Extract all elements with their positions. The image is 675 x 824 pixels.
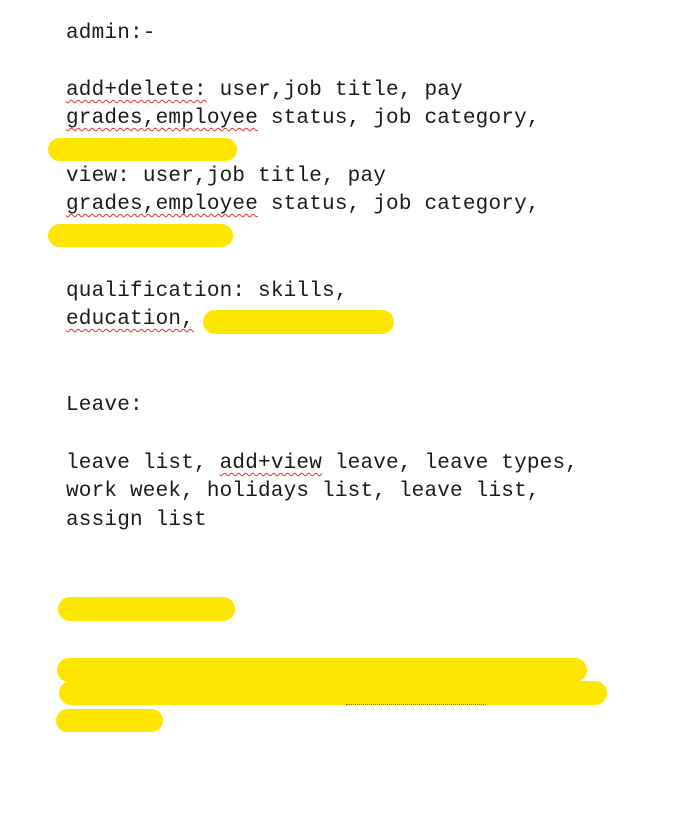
document-page: admin:- add+delete: user,job title, pay … <box>0 0 675 824</box>
leave-line-3: assign list <box>66 509 207 532</box>
add-delete-line-2-misspelled: grades,employee <box>66 107 259 130</box>
view-line-1-rest: user,job title, pay <box>130 165 387 188</box>
leave-line-1-c: leave, leave types, <box>322 452 579 475</box>
qualification-line-2-misspelled: education, <box>66 308 195 331</box>
leave-line-1-misspelled: add+view <box>219 452 323 475</box>
leave-line-2: work week, holidays list, leave list, <box>66 480 540 503</box>
leave-line-1-a: leave list, <box>66 452 220 475</box>
redaction-mark <box>59 681 607 705</box>
add-delete-line-1-rest: user,job title, pay <box>206 79 463 102</box>
admin-heading: admin:- <box>66 22 156 45</box>
redaction-mark <box>48 224 233 247</box>
redaction-mark <box>48 138 237 161</box>
qualification-line-2: education, <box>66 306 194 334</box>
view-line-2-misspelled: grades,employee <box>66 193 259 216</box>
redaction-mark <box>56 709 163 732</box>
view-line-2-rest: status, job category, <box>258 193 540 216</box>
redaction-mark <box>57 658 587 682</box>
add-delete-line-1: add+delete: user,job title, pay <box>66 77 463 105</box>
spelling-underline <box>346 700 486 705</box>
redaction-mark <box>58 597 235 621</box>
add-delete-label: add+delete: <box>66 79 207 102</box>
view-line-2: grades,employee status, job category, <box>66 191 540 219</box>
leave-line-1: leave list, add+view leave, leave types, <box>66 450 578 478</box>
view-label: view: <box>66 165 131 188</box>
add-delete-line-2-rest: status, job category, <box>258 107 540 130</box>
leave-heading: Leave: <box>66 394 143 417</box>
add-delete-line-2: grades,employee status, job category, <box>66 105 540 133</box>
redaction-mark <box>203 310 394 334</box>
view-line-1: view: user,job title, pay <box>66 163 386 191</box>
qualification-line-1: qualification: skills, <box>66 280 348 303</box>
